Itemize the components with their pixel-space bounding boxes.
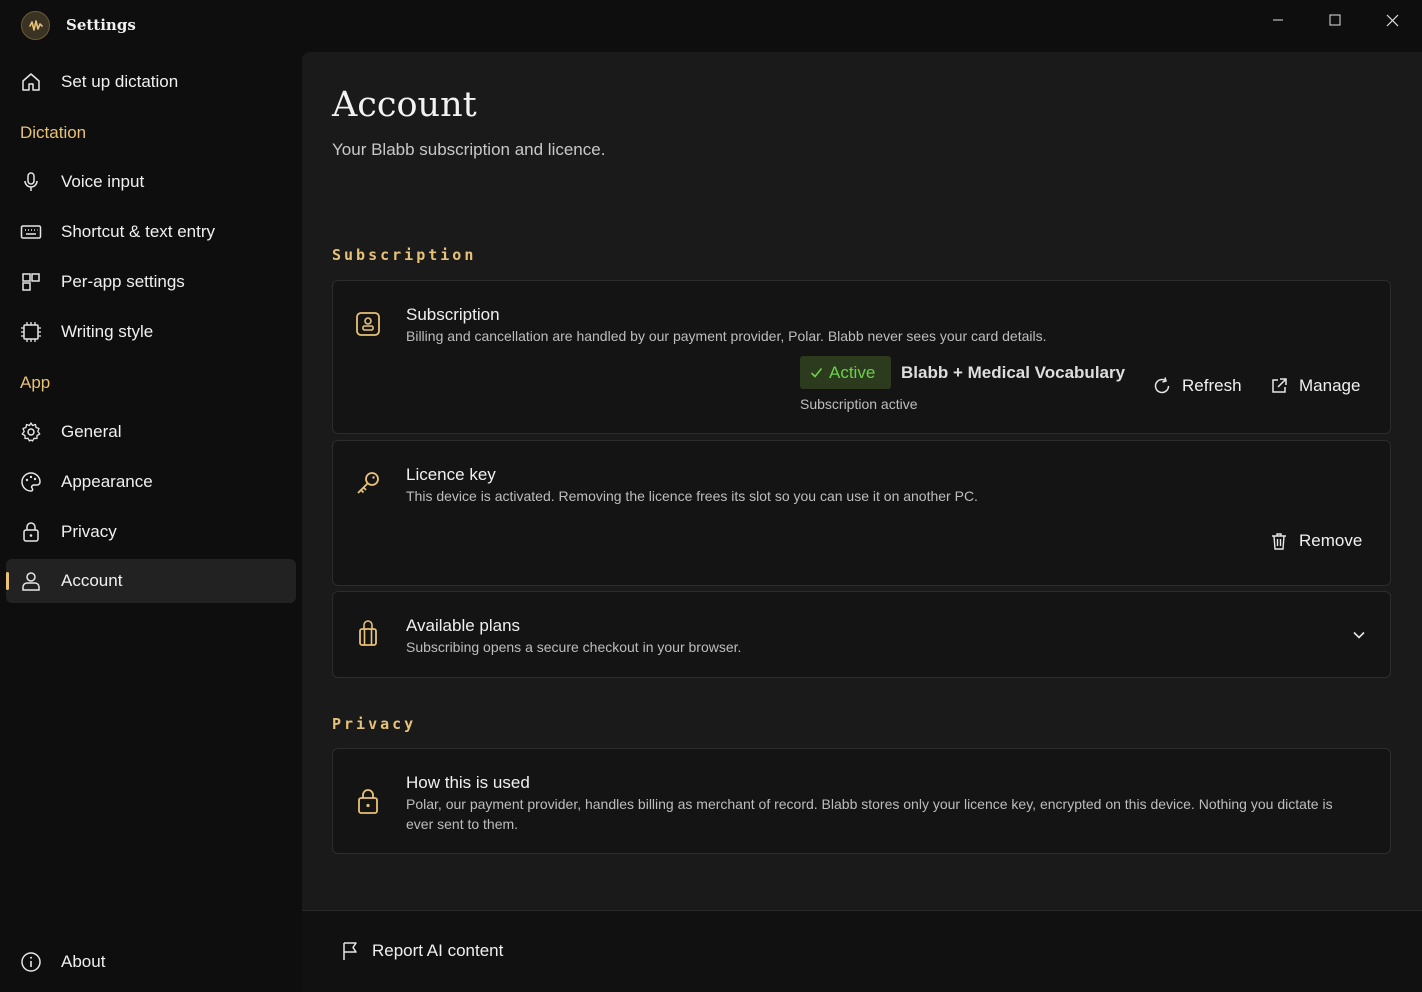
info-icon [20, 951, 42, 973]
card-title: How this is used [406, 773, 530, 792]
remove-label: Remove [1299, 531, 1363, 550]
card-description: Polar, our payment provider, handles bil… [406, 796, 1333, 832]
home-icon [20, 71, 42, 93]
flag-icon [342, 941, 360, 961]
sidebar-item-about[interactable]: About [6, 940, 296, 984]
card-description: This device is activated. Removing the l… [406, 488, 978, 504]
sidebar-item-label: Per-app settings [61, 272, 185, 291]
title-bar: Settings [0, 0, 1422, 52]
card-description: Billing and cancellation are handled by … [406, 328, 1047, 344]
trash-icon [1269, 531, 1289, 551]
shopping-bag-icon [354, 620, 382, 648]
remove-licence-button[interactable]: Remove [1269, 525, 1362, 557]
manage-label: Manage [1299, 376, 1361, 395]
report-ai-content-button[interactable]: Report AI content [342, 941, 503, 961]
refresh-button[interactable]: Refresh [1152, 370, 1242, 402]
footer: Report AI content [302, 910, 1422, 992]
maximize-button[interactable] [1312, 6, 1358, 34]
sidebar-section-dictation: Dictation [20, 123, 87, 142]
status-badge: Active [800, 356, 891, 389]
card-title: Available plans [406, 616, 521, 635]
manage-button[interactable]: Manage [1269, 370, 1360, 402]
person-icon [20, 570, 42, 592]
chip-icon [20, 321, 42, 343]
subscription-card: Subscription Billing and cancellation ar… [332, 280, 1391, 434]
palette-icon [20, 471, 42, 493]
gear-icon [20, 421, 42, 443]
card-title: Licence key [406, 465, 496, 484]
sidebar-item-label: Writing style [61, 322, 154, 341]
refresh-label: Refresh [1182, 376, 1242, 395]
page-subtitle: Your Blabb subscription and licence. [332, 140, 606, 159]
id-card-icon [354, 310, 382, 338]
minimize-button[interactable] [1255, 6, 1301, 34]
sidebar-item-setup-dictation[interactable]: Set up dictation [6, 60, 296, 104]
sidebar-item-label: Appearance [61, 472, 153, 491]
refresh-icon [1152, 376, 1172, 396]
subscription-status: Subscription active [800, 396, 918, 412]
main-content: Account Your Blabb subscription and lice… [302, 52, 1422, 910]
check-icon [810, 366, 823, 379]
report-label: Report AI content [372, 941, 504, 960]
sidebar-section-app: App [20, 373, 51, 392]
chevron-down-icon[interactable] [1351, 627, 1367, 643]
sidebar-item-label: Account [61, 571, 123, 590]
sidebar-item-label: Set up dictation [61, 72, 179, 91]
sidebar-item-writing-style[interactable]: Writing style [6, 310, 296, 354]
section-heading-privacy: Privacy [332, 715, 417, 733]
close-button[interactable] [1369, 6, 1415, 34]
window-title: Settings [66, 16, 136, 34]
sidebar: Set up dictation Dictation Voice input S… [0, 52, 302, 992]
microphone-icon [20, 171, 42, 193]
sidebar-item-general[interactable]: General [6, 410, 296, 454]
external-link-icon [1269, 376, 1289, 396]
available-plans-card[interactable]: Available plans Subscribing opens a secu… [332, 591, 1391, 678]
licence-card: Licence key This device is activated. Re… [332, 440, 1391, 586]
sidebar-item-per-app[interactable]: Per-app settings [6, 260, 296, 304]
sidebar-item-shortcut[interactable]: Shortcut & text entry [6, 210, 296, 254]
sidebar-item-appearance[interactable]: Appearance [6, 460, 296, 504]
sidebar-item-label: General [61, 422, 122, 441]
section-heading-subscription: Subscription [332, 246, 477, 264]
key-icon [354, 469, 382, 497]
sidebar-item-account[interactable]: Account [6, 559, 296, 603]
sidebar-item-voice-input[interactable]: Voice input [6, 160, 296, 204]
sidebar-item-label: Shortcut & text entry [61, 222, 216, 241]
card-description: Subscribing opens a secure checkout in y… [406, 639, 742, 655]
card-title: Subscription [406, 305, 500, 324]
lock-icon [20, 521, 42, 543]
lock-icon [354, 787, 382, 815]
status-badge-label: Active [829, 362, 876, 382]
sidebar-item-label: About [61, 952, 106, 971]
keyboard-icon [20, 221, 42, 243]
plan-name: Blabb + Medical Vocabulary [901, 363, 1126, 382]
app-logo-icon [21, 11, 50, 40]
privacy-card: How this is used Polar, our payment prov… [332, 748, 1391, 854]
page-title: Account [332, 85, 477, 125]
sidebar-item-privacy[interactable]: Privacy [6, 510, 296, 554]
apps-icon [20, 271, 42, 293]
sidebar-item-label: Voice input [61, 172, 145, 191]
sidebar-item-label: Privacy [61, 522, 117, 541]
